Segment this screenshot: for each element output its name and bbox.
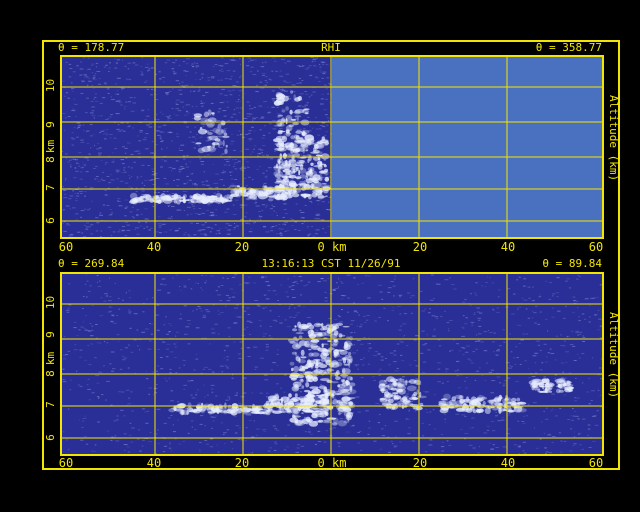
top-y-tick-6: 6	[43, 217, 57, 224]
bottom-x-tick-0: 0 km	[317, 456, 347, 470]
top-y-tick-9: 9	[43, 121, 57, 128]
bottom-right-angle: θ = 89.84	[542, 257, 602, 270]
top-panel-title: RHI	[321, 41, 341, 54]
top-x-tick-60-right: 60	[588, 240, 604, 254]
bottom-y-tick-10: 10	[44, 295, 58, 310]
bottom-y-tick-8: 8	[43, 370, 57, 377]
bottom-rhi-image	[62, 274, 602, 454]
top-x-tick-20-right: 20	[412, 240, 428, 254]
bottom-y-tick-6: 6	[43, 434, 57, 441]
top-y-unit: km	[44, 139, 58, 154]
bottom-timestamp: 13:16:13 CST 11/26/91	[261, 257, 401, 270]
top-panel-header: θ = 178.77 RHI θ = 358.77	[44, 41, 618, 55]
top-y-tick-8: 8	[43, 156, 57, 163]
top-no-data-region	[332, 57, 602, 237]
bottom-x-axis: 60 40 20 0 km 20 40 60	[0, 456, 640, 470]
top-rhi-plot	[60, 55, 604, 239]
top-y-tick-10: 10	[44, 78, 58, 93]
bottom-y-tick-9: 9	[43, 331, 57, 338]
top-altitude-label: Altitude (km)	[607, 95, 620, 182]
bottom-x-tick-40-left: 40	[146, 456, 162, 470]
top-x-tick-20-left: 20	[234, 240, 250, 254]
bottom-y-unit: km	[44, 351, 58, 366]
bottom-y-tick-7: 7	[43, 401, 57, 408]
bottom-x-tick-60-left: 60	[58, 456, 74, 470]
top-x-tick-0: 0 km	[317, 240, 347, 254]
bottom-x-tick-20-right: 20	[412, 456, 428, 470]
bottom-altitude-label: Altitude (km)	[607, 312, 620, 399]
bottom-x-tick-20-left: 20	[234, 456, 250, 470]
top-x-tick-40-right: 40	[500, 240, 516, 254]
top-x-axis: 60 40 20 0 km 20 40 60	[0, 240, 640, 254]
bottom-x-tick-40-right: 40	[500, 456, 516, 470]
top-x-tick-40-left: 40	[146, 240, 162, 254]
top-y-tick-7: 7	[43, 184, 57, 191]
bottom-panel-header: θ = 269.84 13:16:13 CST 11/26/91 θ = 89.…	[44, 257, 618, 271]
top-x-tick-60-left: 60	[58, 240, 74, 254]
top-rhi-image	[62, 57, 602, 237]
top-right-angle: θ = 358.77	[535, 41, 602, 54]
bottom-rhi-plot	[60, 272, 604, 456]
bottom-x-tick-60-right: 60	[588, 456, 604, 470]
